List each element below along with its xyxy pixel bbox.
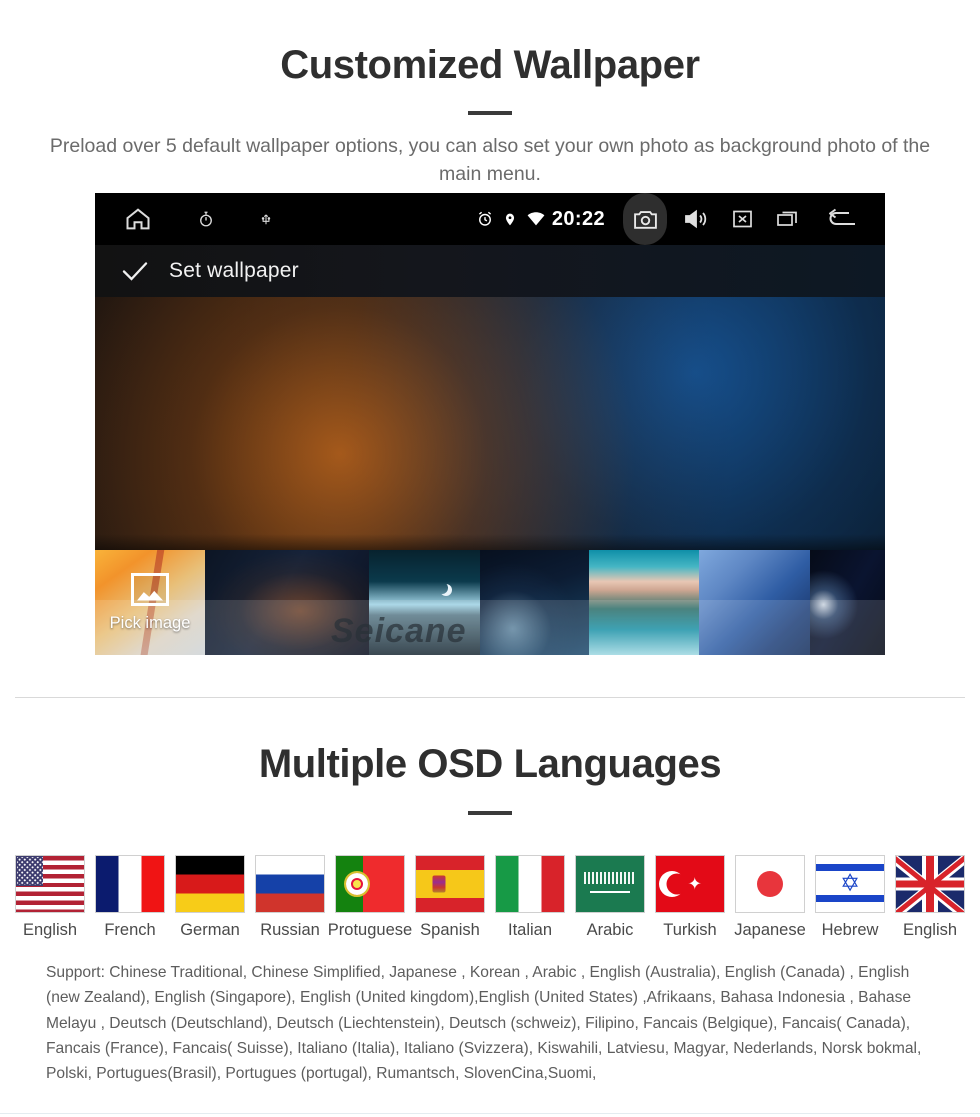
- wallpaper-thumbnail-strip: Pick image Seicane: [95, 550, 885, 655]
- flag-label: French: [104, 921, 156, 939]
- turkish-star-icon: ✦: [687, 874, 702, 894]
- flag-item-arabic: Arabic: [575, 855, 645, 940]
- flag-item-german: German: [175, 855, 245, 940]
- home-icon[interactable]: [123, 205, 153, 233]
- stopwatch-icon[interactable]: [197, 209, 215, 229]
- flag-label: English: [22, 921, 78, 939]
- flag-label: Hebrew: [821, 921, 879, 939]
- flag-label: Arabic: [586, 921, 634, 939]
- android-status-bar: 20:22: [95, 193, 885, 245]
- back-arrow-icon[interactable]: [811, 193, 869, 245]
- page-root: Customized Wallpaper Preload over 5 defa…: [0, 0, 980, 1117]
- flag-label: Italian: [507, 921, 553, 939]
- flag-item-english-uk: English: [895, 855, 965, 940]
- wifi-icon: [526, 211, 546, 227]
- thumbnail-wallpaper-4[interactable]: [480, 550, 590, 655]
- camera-icon[interactable]: [623, 193, 667, 245]
- checkmark-icon[interactable]: [119, 258, 151, 284]
- flag-label: Japanese: [734, 921, 806, 939]
- thumbnail-wallpaper-5[interactable]: [589, 550, 700, 655]
- pick-image-overlay: Pick image: [95, 550, 205, 655]
- set-wallpaper-actionbar[interactable]: Set wallpaper: [95, 245, 885, 297]
- flags-row: English French German Russian Protuguese…: [0, 855, 980, 940]
- thumbnail-wallpaper-7[interactable]: [809, 550, 885, 655]
- usb-icon[interactable]: [259, 209, 273, 229]
- thumbnail-wallpaper-2[interactable]: [205, 550, 370, 655]
- section-divider: [15, 697, 965, 698]
- location-pin-icon: [503, 210, 517, 229]
- flag-ru-icon: [255, 855, 325, 913]
- set-wallpaper-label: Set wallpaper: [169, 259, 299, 282]
- title-underline-rule: [468, 111, 512, 116]
- flag-item-japanese: Japanese: [734, 855, 806, 940]
- flag-it-icon: [495, 855, 565, 913]
- thumbnail-wallpaper-3[interactable]: [369, 550, 481, 655]
- flag-gb-icon: [895, 855, 965, 913]
- pick-image-label: Pick image: [109, 613, 191, 632]
- alarm-clock-icon: [476, 210, 494, 228]
- flag-label: Russian: [260, 921, 320, 939]
- flag-fr-icon: [95, 855, 165, 913]
- flag-item-russian: Russian: [255, 855, 325, 940]
- flag-item-portuguese: Protuguese: [328, 855, 412, 940]
- flag-label: Protuguese: [327, 921, 413, 939]
- status-bar-left-group: [95, 205, 273, 233]
- status-bar-clock: 20:22: [551, 207, 605, 230]
- thumbnail-pick-image[interactable]: Pick image: [95, 550, 206, 655]
- star-of-david-icon: ✡: [839, 870, 861, 897]
- flag-item-english-us: English: [15, 855, 85, 940]
- flag-label: Turkish: [663, 921, 717, 939]
- section-subtitle: Preload over 5 default wallpaper options…: [49, 135, 931, 185]
- flag-item-hebrew: ✡ Hebrew: [815, 855, 885, 940]
- flag-tr-icon: ✦: [655, 855, 725, 913]
- languages-title: Multiple OSD Languages: [258, 742, 722, 786]
- image-picker-icon: [131, 572, 170, 606]
- flag-label: Spanish: [420, 921, 480, 939]
- wallpaper-preview: [95, 297, 885, 550]
- flag-es-icon: [415, 855, 485, 913]
- flag-jp-icon: [735, 855, 805, 913]
- languages-title-underline-rule: [468, 811, 512, 815]
- flag-item-spanish: Spanish: [415, 855, 485, 940]
- flag-label: English: [902, 921, 958, 939]
- page-title: Customized Wallpaper: [280, 43, 700, 87]
- flag-item-french: French: [95, 855, 165, 940]
- android-screenshot: 20:22 Set wallpaper Pick image Seicane: [95, 193, 885, 655]
- bottom-divider: [0, 1113, 980, 1114]
- recent-apps-icon[interactable]: [765, 193, 811, 245]
- speaker-volume-icon[interactable]: [673, 193, 719, 245]
- flag-item-italian: Italian: [495, 855, 565, 940]
- flag-de-icon: [175, 855, 245, 913]
- flag-label: German: [180, 921, 240, 939]
- osd-languages-section: Multiple OSD Languages English French Ge…: [0, 720, 980, 1086]
- flag-sa-icon: [575, 855, 645, 913]
- union-jack-white-diagonals: [896, 856, 964, 912]
- flag-item-turkish: ✦ Turkish: [655, 855, 725, 940]
- flag-il-icon: ✡: [815, 855, 885, 913]
- customized-wallpaper-section: Customized Wallpaper Preload over 5 defa…: [0, 0, 980, 189]
- union-jack-red-diagonals: [896, 856, 964, 912]
- status-bar-right-group: 20:22: [476, 193, 885, 245]
- supported-languages-text: Support: Chinese Traditional, Chinese Si…: [46, 964, 922, 1082]
- thumbnail-wallpaper-6[interactable]: [699, 550, 810, 655]
- flag-us-icon: [15, 855, 85, 913]
- flag-pt-icon: [335, 855, 405, 913]
- close-box-icon[interactable]: [719, 193, 765, 245]
